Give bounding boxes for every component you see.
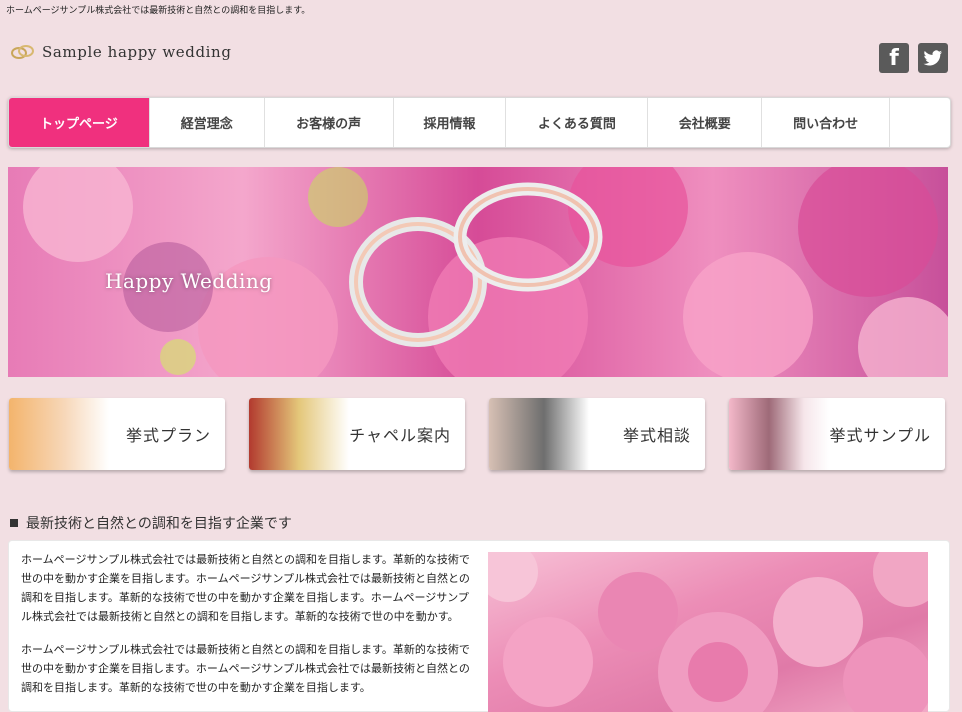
card-label: 挙式相談 <box>622 426 691 445</box>
card-label: チャペル案内 <box>349 426 451 445</box>
card-ceremony-plan[interactable]: 挙式プラン <box>9 398 225 470</box>
card-image-flowers <box>9 398 109 470</box>
main-nav: トップページ 経営理念 お客様の声 採用情報 よくある質問 会社概要 問い合わせ <box>8 97 951 148</box>
nav-item-company[interactable]: 会社概要 <box>648 98 763 147</box>
card-consultation[interactable]: 挙式相談 <box>489 398 705 470</box>
nav-item-recruit[interactable]: 採用情報 <box>394 98 507 147</box>
hero-caption: Happy Wedding <box>105 269 273 293</box>
nav-item-philosophy[interactable]: 経営理念 <box>150 98 265 147</box>
card-label: 挙式サンプル <box>829 426 931 445</box>
card-image-stained-glass <box>249 398 349 470</box>
card-chapel-guide[interactable]: チャペル案内 <box>249 398 465 470</box>
content-paragraph: ホームページサンプル株式会社では最新技術と自然との調和を目指します。革新的な技術… <box>21 553 470 623</box>
card-image-hands <box>489 398 589 470</box>
section-title: 最新技術と自然との調和を目指す企業です <box>26 516 292 532</box>
nav-item-contact[interactable]: 問い合わせ <box>762 98 891 147</box>
content-image-roses <box>488 552 928 712</box>
nav-item-empty <box>890 98 950 147</box>
content-text: ホームページサンプル株式会社では最新技術と自然との調和を目指します。革新的な技術… <box>21 550 473 711</box>
nav-item-voices[interactable]: お客様の声 <box>265 98 394 147</box>
content-panel: ホームページサンプル株式会社では最新技術と自然との調和を目指します。革新的な技術… <box>8 540 950 712</box>
site-logo[interactable]: Sample happy wedding <box>10 43 232 61</box>
logo-text: Sample happy wedding <box>42 43 232 61</box>
twitter-icon[interactable] <box>918 43 948 73</box>
site-tagline: ホームページサンプル株式会社では最新技術と自然との調和を目指します。 <box>6 6 311 16</box>
roses-image <box>488 552 928 712</box>
card-label: 挙式プラン <box>125 426 211 445</box>
rings-logo-icon <box>11 45 34 59</box>
content-paragraph: ホームページサンプル株式会社では最新技術と自然との調和を目指します。革新的な技術… <box>21 643 470 694</box>
facebook-icon[interactable]: f <box>879 43 909 73</box>
nav-item-faq[interactable]: よくある質問 <box>506 98 649 147</box>
square-bullet-icon <box>10 519 18 527</box>
nav-item-top[interactable]: トップページ <box>9 98 150 147</box>
hero-banner: Happy Wedding <box>8 167 948 377</box>
card-ceremony-sample[interactable]: 挙式サンプル <box>729 398 945 470</box>
section-heading: 最新技術と自然との調和を目指す企業です <box>10 513 292 533</box>
card-image-bouquet <box>729 398 829 470</box>
